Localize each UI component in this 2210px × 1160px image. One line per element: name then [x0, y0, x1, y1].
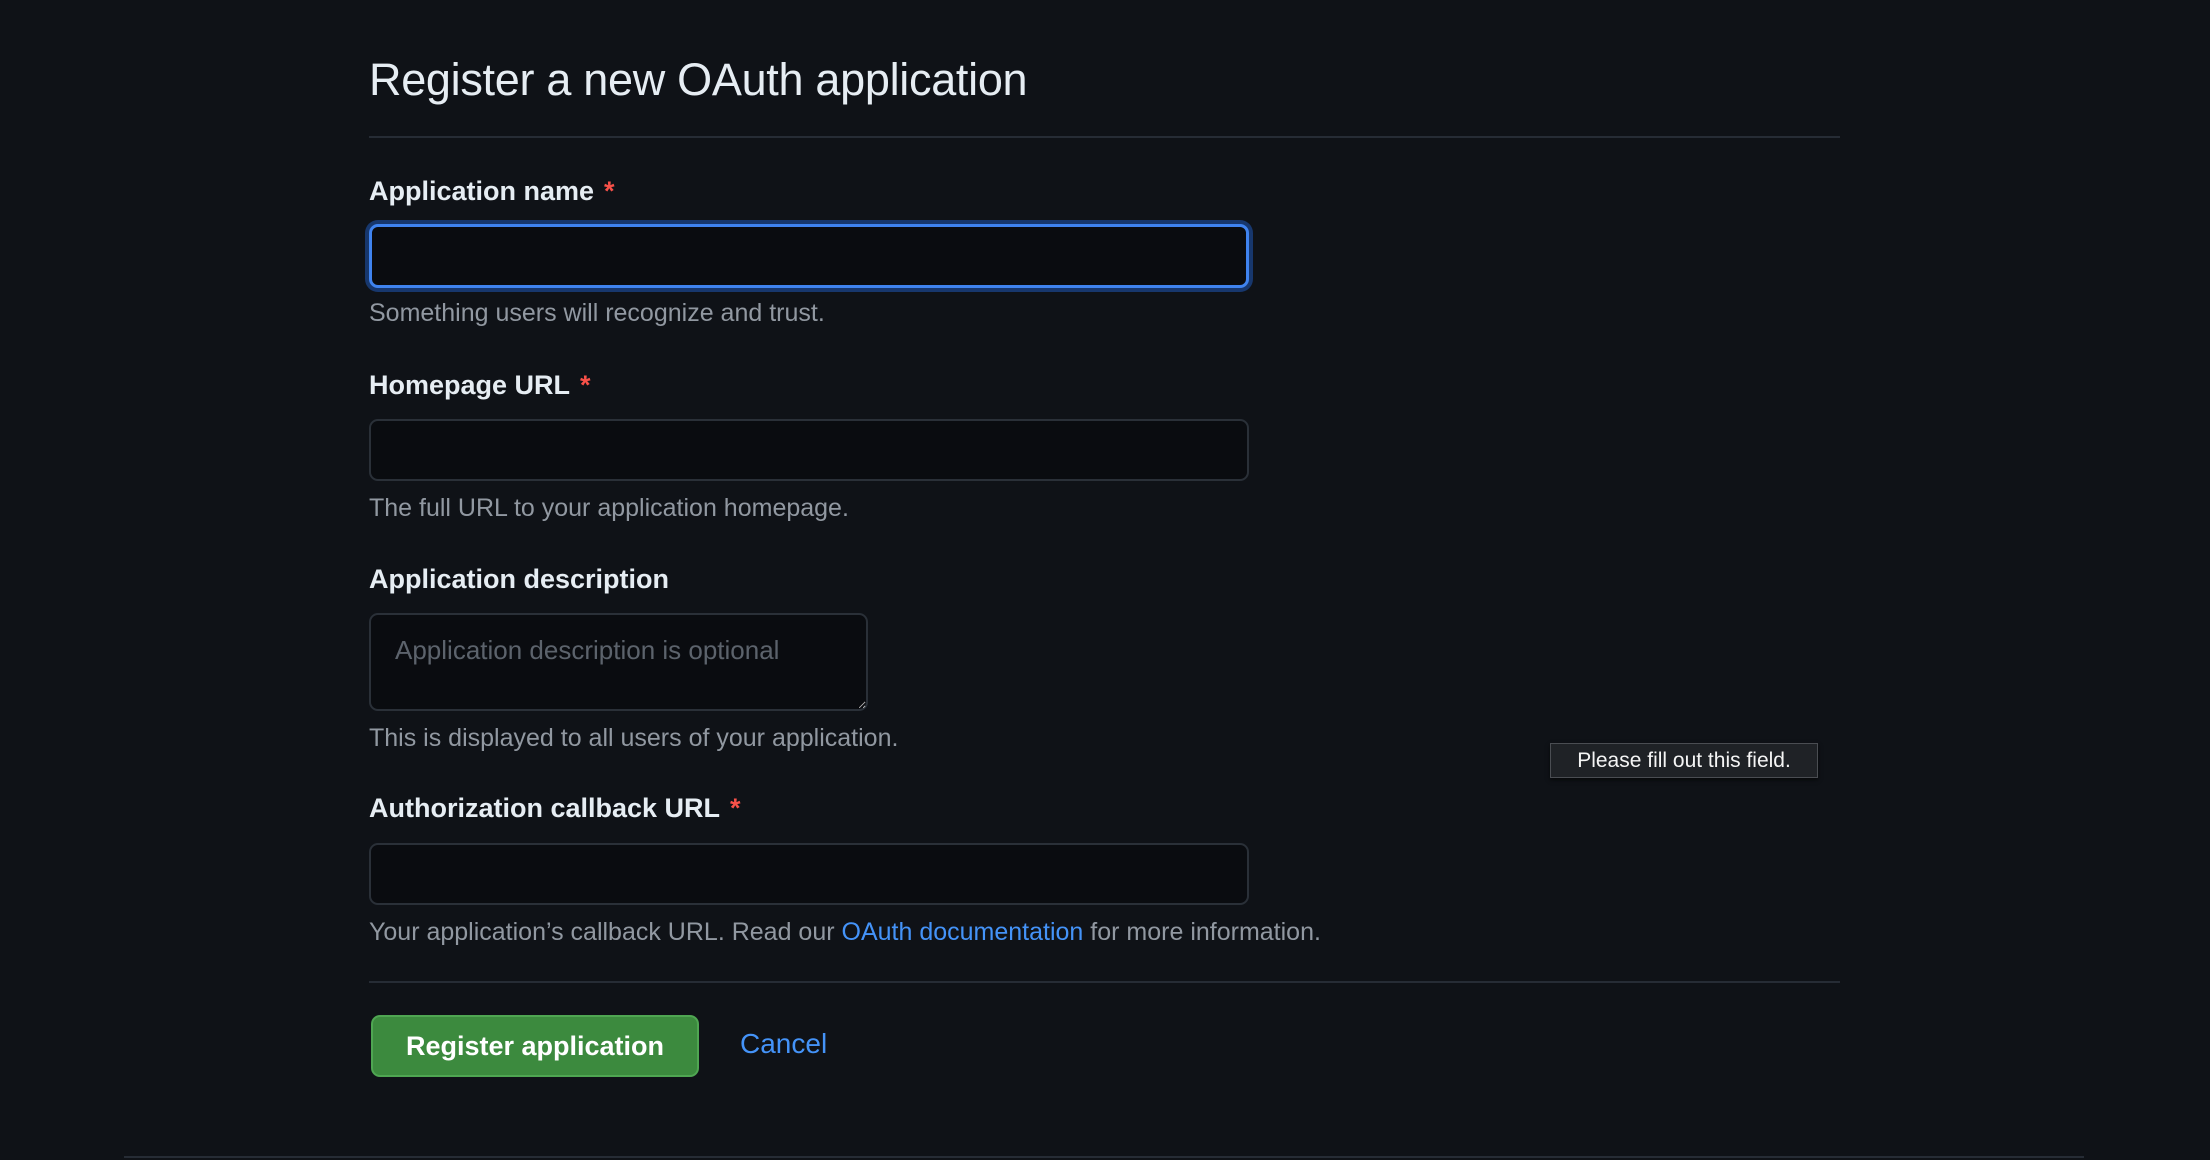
validation-tooltip: Please fill out this field. — [1550, 743, 1818, 778]
form-divider — [369, 981, 1840, 983]
description-textarea[interactable] — [369, 613, 868, 711]
page-title: Register a new OAuth application — [369, 54, 1028, 105]
app-name-hint: Something users will recognize and trust… — [369, 299, 825, 327]
callback-url-hint: Your application’s callback URL. Read ou… — [369, 918, 1321, 947]
description-hint: This is displayed to all users of your a… — [369, 724, 899, 752]
header-divider — [369, 136, 1840, 138]
homepage-url-hint: The full URL to your application homepag… — [369, 494, 849, 522]
oauth-documentation-link[interactable]: OAuth documentation — [842, 918, 1084, 946]
required-mark: * — [604, 176, 615, 206]
required-mark: * — [730, 793, 741, 823]
required-mark: * — [580, 370, 591, 400]
homepage-url-input[interactable] — [369, 419, 1249, 481]
footer-divider — [124, 1156, 2084, 1158]
callback-url-input[interactable] — [369, 843, 1249, 905]
register-application-button[interactable]: Register application — [371, 1015, 699, 1077]
app-name-label-text: Application name — [369, 176, 595, 206]
cancel-link[interactable]: Cancel — [740, 1028, 827, 1060]
app-name-input[interactable] — [369, 224, 1249, 288]
callback-hint-text-after: for more information. — [1090, 918, 1321, 946]
callback-hint-text: Your application’s callback URL. Read ou… — [369, 918, 835, 946]
homepage-url-label-text: Homepage URL — [369, 370, 571, 400]
description-label: Application description — [369, 564, 670, 594]
homepage-url-label: Homepage URL * — [369, 370, 591, 401]
callback-url-label: Authorization callback URL * — [369, 793, 741, 824]
callback-url-label-text: Authorization callback URL — [369, 793, 721, 823]
app-name-label: Application name * — [369, 176, 615, 207]
